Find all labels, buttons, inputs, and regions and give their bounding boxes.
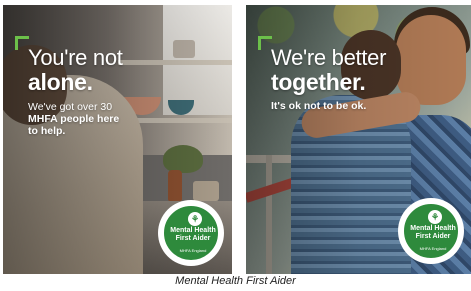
mhfa-badge: ⚘ Mental Health First Aider MHFA England (158, 200, 224, 266)
poster-left: You're not alone. We've got over 30 MHFA… (3, 5, 232, 274)
corner-bracket-icon (15, 36, 29, 50)
poster-headline: You're not alone. (28, 47, 123, 94)
headline-bold: alone. (28, 69, 93, 95)
badge-title: Mental Health First Aider (410, 225, 456, 240)
badge-subtitle: MHFA England (179, 248, 207, 253)
subtext-bold: MHFA people here (28, 113, 120, 126)
mhfa-logo-icon: ⚘ (428, 210, 442, 224)
headline-light: We're better (271, 45, 387, 70)
poster-subtext: It's ok not to be ok. (271, 100, 441, 112)
subtext-bold: It's ok not to be ok. (271, 100, 367, 112)
badge-subtitle: MHFA England (419, 246, 447, 251)
subtext-line1: We've got over 30 (28, 101, 113, 113)
mhfa-badge: ⚘ Mental Health First Aider MHFA England (398, 198, 464, 264)
poster-right: We're better together. It's ok not to be… (246, 5, 471, 274)
badge-title: Mental Health First Aider (170, 227, 216, 242)
poster-headline: We're better together. (271, 47, 386, 94)
headline-bold: together. (271, 69, 366, 95)
subtext-line2: to help. (28, 125, 66, 138)
headline-light: You're not (28, 45, 123, 70)
figure-caption: Mental Health First Aider (175, 275, 296, 287)
mhfa-logo-icon: ⚘ (188, 212, 202, 226)
poster-subtext: We've got over 30 MHFA people here to he… (28, 101, 143, 137)
corner-bracket-icon (258, 36, 272, 50)
